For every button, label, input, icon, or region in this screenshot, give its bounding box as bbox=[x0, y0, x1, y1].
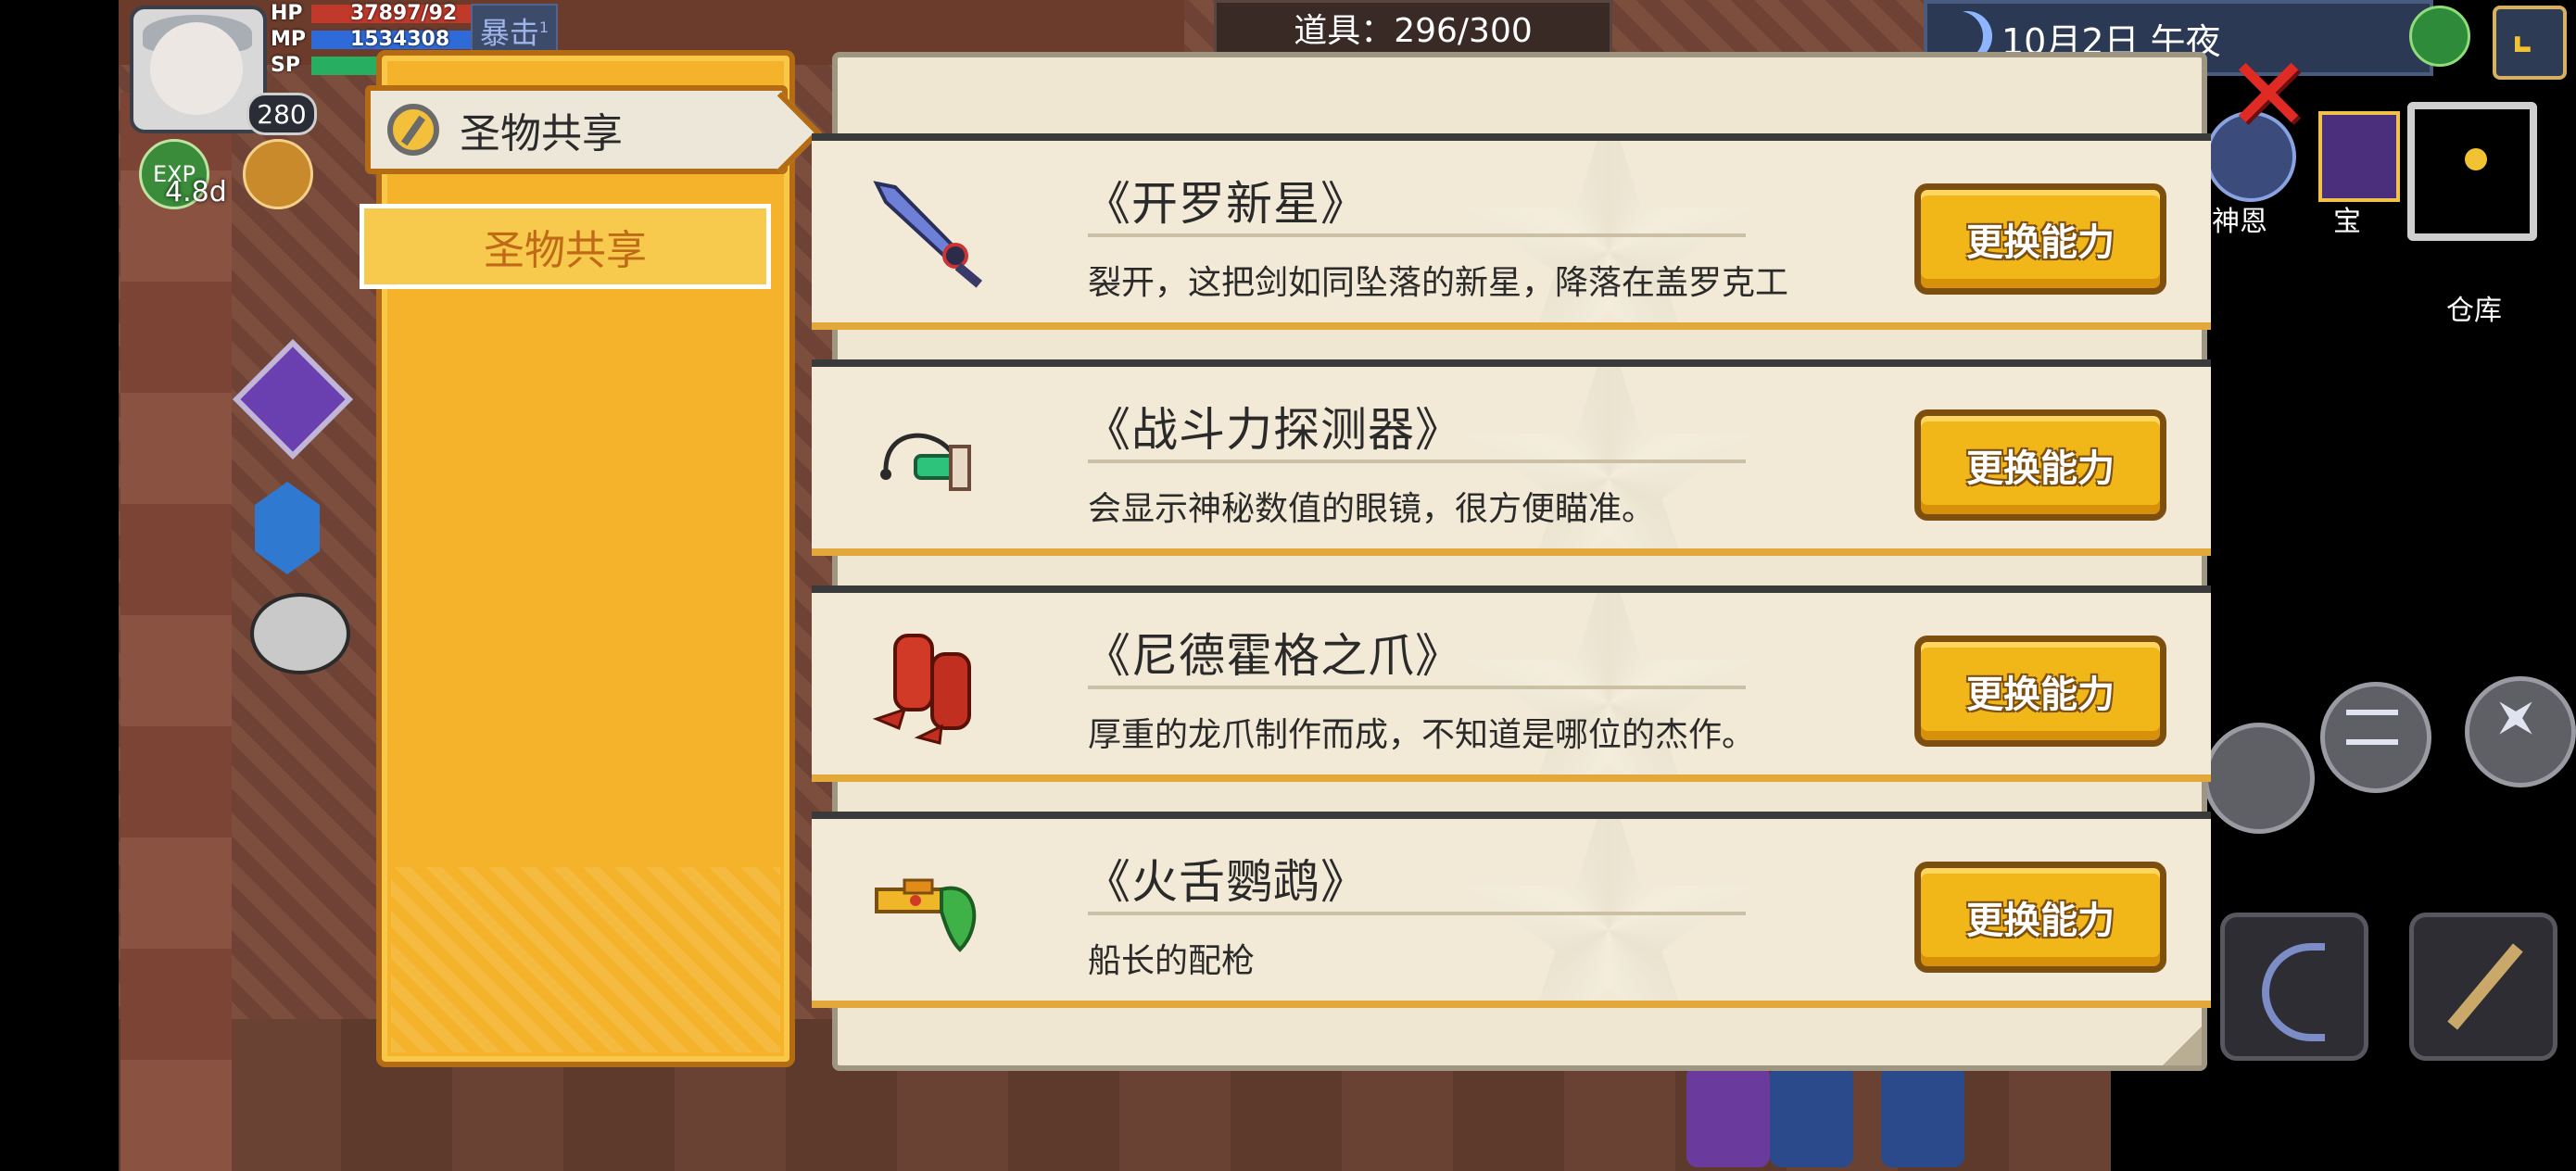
sp-label: SP bbox=[271, 54, 300, 77]
crit-count: 1 bbox=[538, 19, 549, 36]
blue-pot-decoration bbox=[1770, 1065, 1853, 1167]
mp-value: 1534308 bbox=[350, 28, 450, 51]
mp-label: MP bbox=[271, 28, 307, 51]
page-fold bbox=[2163, 1026, 2202, 1065]
change-ability-button[interactable]: 更换能力 bbox=[1914, 409, 2166, 521]
menu-header-title: 圣物共享 bbox=[460, 110, 623, 157]
change-ability-button[interactable]: 更换能力 bbox=[1914, 183, 2166, 295]
artifact-description: 会显示神秘数值的眼镜，很方便瞄准。 bbox=[1088, 490, 1656, 528]
artifact-card: 《尼德霍格之爪》 厚重的龙爪制作而成，不知道是哪位的杰作。 更换能力 bbox=[812, 586, 2211, 782]
exp-boost-timer: 4.8d bbox=[165, 176, 227, 208]
blue-pot-decoration bbox=[1881, 1065, 1964, 1167]
exit-icon[interactable] bbox=[2493, 6, 2567, 80]
artifact-card: 《开罗新星》 裂开，这把剑如同坠落的新星，降落在盖罗克工 更换能力 bbox=[812, 133, 2211, 330]
scouter-icon bbox=[880, 433, 971, 491]
divider bbox=[1088, 912, 1746, 915]
sp-bar: SP bbox=[271, 54, 423, 78]
hp-label: HP bbox=[271, 2, 303, 25]
sword-icon bbox=[873, 181, 983, 288]
artifact-share-icon bbox=[387, 104, 439, 156]
artifact-name: 《开罗新星》 bbox=[1084, 177, 1368, 231]
treasure-icon[interactable] bbox=[2318, 111, 2400, 202]
crit-label: 暴击 bbox=[479, 15, 539, 51]
divider bbox=[1088, 460, 1746, 463]
artifact-name: 《战斗力探测器》 bbox=[1084, 403, 1462, 457]
card-star-watermark bbox=[1466, 819, 1751, 1001]
divider bbox=[1088, 686, 1746, 689]
change-ability-button[interactable]: 更换能力 bbox=[1914, 636, 2166, 747]
pistol-icon bbox=[875, 878, 977, 952]
change-ability-button[interactable]: 更换能力 bbox=[1914, 862, 2166, 973]
inventory-counter: 道具：296/300 bbox=[1214, 0, 1612, 56]
artifact-card: 《火舌鹦鹉》 船长的配枪 更换能力 bbox=[812, 812, 2211, 1008]
search-button[interactable] bbox=[2203, 723, 2315, 834]
blessing-label: 神恩 bbox=[2212, 206, 2267, 238]
pot-icon bbox=[250, 593, 350, 674]
artifact-name: 《尼德霍格之爪》 bbox=[1084, 629, 1462, 683]
globe-icon[interactable] bbox=[2409, 6, 2470, 67]
divider bbox=[1088, 233, 1746, 237]
minimap-player-dot bbox=[2465, 148, 2487, 170]
level-badge: 280 bbox=[246, 93, 317, 135]
hp-value: 37897/92 bbox=[350, 2, 458, 25]
hp-bar: HP 37897/92 bbox=[271, 2, 515, 26]
skill-button[interactable] bbox=[2465, 676, 2576, 787]
crit-status-tag: 暴击1 bbox=[471, 4, 558, 52]
swap-arrows-icon bbox=[2346, 710, 2398, 745]
floor-pattern-column bbox=[120, 93, 232, 1171]
claw-icon bbox=[872, 634, 971, 745]
menu-panel bbox=[376, 50, 795, 1067]
arcade-decoration bbox=[1686, 1065, 1770, 1167]
bow-weapon-slot[interactable] bbox=[2220, 913, 2368, 1061]
close-icon[interactable]: ✕ bbox=[2226, 44, 2311, 145]
tab-artifact-share[interactable]: 圣物共享 bbox=[360, 204, 771, 289]
minimap[interactable] bbox=[2407, 102, 2537, 241]
artifact-name: 《火舌鹦鹉》 bbox=[1084, 855, 1368, 909]
mp-bar: MP 1534308 bbox=[271, 28, 515, 52]
menu-panel-pattern bbox=[391, 867, 780, 1052]
avatar-face bbox=[150, 22, 243, 115]
artifact-description: 裂开，这把剑如同坠落的新星，降落在盖罗克工 bbox=[1088, 264, 1789, 302]
sword-weapon-slot[interactable] bbox=[2409, 913, 2557, 1061]
warehouse-label: 仓库 bbox=[2446, 295, 2502, 327]
buff-icon[interactable] bbox=[243, 139, 313, 209]
artifact-description: 船长的配枪 bbox=[1088, 942, 1256, 980]
artifact-card: 《战斗力探测器》 会显示神秘数值的眼镜，很方便瞄准。 更换能力 bbox=[812, 359, 2211, 556]
menu-header: 圣物共享 bbox=[365, 85, 822, 174]
treasure-label: 宝 bbox=[2333, 206, 2361, 238]
artifact-description: 厚重的龙爪制作而成，不知道是哪位的杰作。 bbox=[1088, 716, 1756, 754]
